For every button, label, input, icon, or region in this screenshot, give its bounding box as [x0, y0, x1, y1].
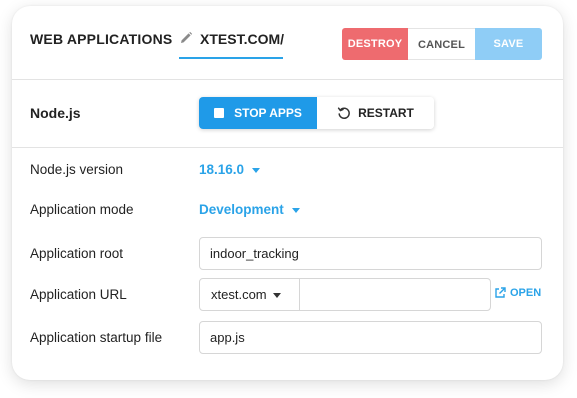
- stop-apps-button[interactable]: STOP APPS: [199, 97, 317, 129]
- version-value: 18.16.0: [199, 162, 245, 177]
- domain-label: XTEST.COM/: [200, 31, 285, 47]
- version-select[interactable]: 18.16.0: [199, 162, 261, 177]
- restart-icon: [337, 107, 350, 120]
- action-buttons: DESTROY CANCEL SAVE: [342, 28, 542, 60]
- destroy-button[interactable]: DESTROY: [342, 28, 408, 60]
- version-label: Node.js version: [30, 162, 124, 177]
- restart-button[interactable]: RESTART: [317, 97, 434, 129]
- pencil-icon: [181, 31, 193, 43]
- url-input-group: xtest.com: [199, 278, 491, 311]
- external-link-icon: [495, 287, 506, 298]
- url-domain-select[interactable]: xtest.com: [200, 279, 300, 310]
- chevron-down-icon: [291, 207, 300, 213]
- header: WEB APPLICATIONS XTEST.COM/ DESTROY CANC…: [12, 6, 563, 79]
- stop-icon: [214, 108, 225, 118]
- url-label: Application URL: [30, 287, 127, 302]
- save-button[interactable]: SAVE: [475, 28, 542, 60]
- chevron-down-icon: [272, 293, 281, 299]
- app-type-title: Node.js: [30, 105, 81, 121]
- restart-label: RESTART: [358, 106, 414, 120]
- url-path-input[interactable]: [300, 279, 490, 310]
- section-divider: [12, 147, 563, 148]
- header-divider: [12, 79, 563, 80]
- mode-value: Development: [199, 202, 284, 217]
- domain-tab[interactable]: XTEST.COM/: [179, 27, 285, 59]
- chevron-down-icon: [252, 167, 261, 173]
- root-input[interactable]: indoor_tracking: [199, 237, 542, 270]
- url-domain-value: xtest.com: [211, 287, 267, 302]
- cancel-button[interactable]: CANCEL: [408, 28, 475, 60]
- app-state-toggle: STOP APPS RESTART: [199, 97, 434, 129]
- stop-apps-label: STOP APPS: [234, 106, 302, 120]
- root-label: Application root: [30, 246, 124, 261]
- startup-label: Application startup file: [30, 330, 163, 345]
- startup-input[interactable]: app.js: [199, 321, 542, 354]
- page-title: WEB APPLICATIONS: [30, 31, 173, 47]
- mode-label: Application mode: [30, 202, 134, 217]
- open-link[interactable]: OPEN: [494, 287, 541, 299]
- mode-select[interactable]: Development: [199, 202, 300, 217]
- app-settings-card: WEB APPLICATIONS XTEST.COM/ DESTROY CANC…: [12, 6, 563, 380]
- open-label: OPEN: [510, 287, 542, 299]
